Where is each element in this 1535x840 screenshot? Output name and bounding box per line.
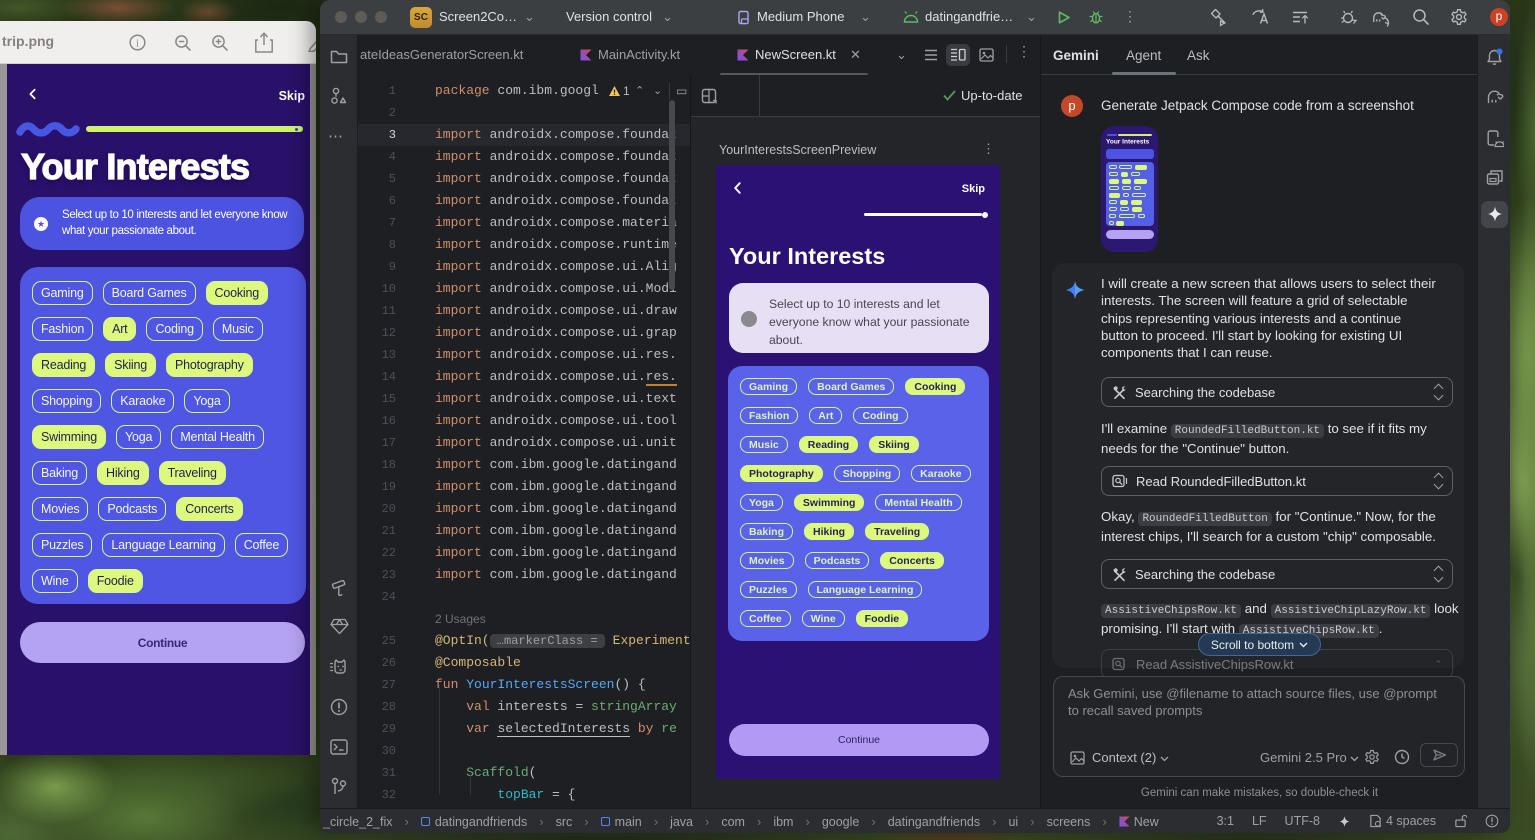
svg-text:i: i [136, 38, 139, 49]
